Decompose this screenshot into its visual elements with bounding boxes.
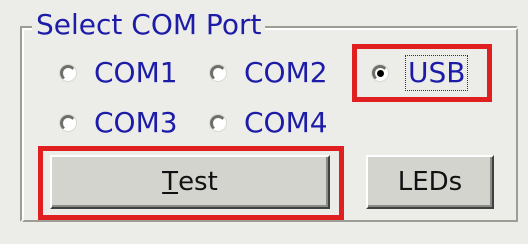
- radio-com2-circle[interactable]: [210, 65, 226, 81]
- radio-com3-label: COM3: [94, 106, 178, 139]
- radio-usb-circle[interactable]: [372, 65, 388, 81]
- radio-com4-circle[interactable]: [210, 115, 226, 131]
- leds-button[interactable]: LEDs: [366, 155, 494, 209]
- radio-com2-label: COM2: [244, 56, 328, 89]
- radio-com3-circle[interactable]: [60, 115, 76, 131]
- radio-com3[interactable]: COM3: [60, 106, 178, 140]
- radio-usb-label: USB: [404, 55, 469, 91]
- radio-com4-label: COM4: [244, 106, 328, 139]
- radio-com1-circle[interactable]: [60, 65, 76, 81]
- radio-usb[interactable]: USB: [372, 55, 469, 91]
- radio-com1[interactable]: COM1: [60, 56, 178, 90]
- test-button[interactable]: Test: [50, 155, 330, 209]
- radio-com2[interactable]: COM2: [210, 56, 328, 90]
- radio-com4[interactable]: COM4: [210, 106, 328, 140]
- test-button-accel: T: [162, 167, 179, 197]
- groupbox-title: Select COM Port: [32, 8, 266, 42]
- radio-com1-label: COM1: [94, 56, 178, 89]
- leds-button-label: LEDs: [397, 167, 463, 197]
- test-button-label: est: [178, 167, 218, 197]
